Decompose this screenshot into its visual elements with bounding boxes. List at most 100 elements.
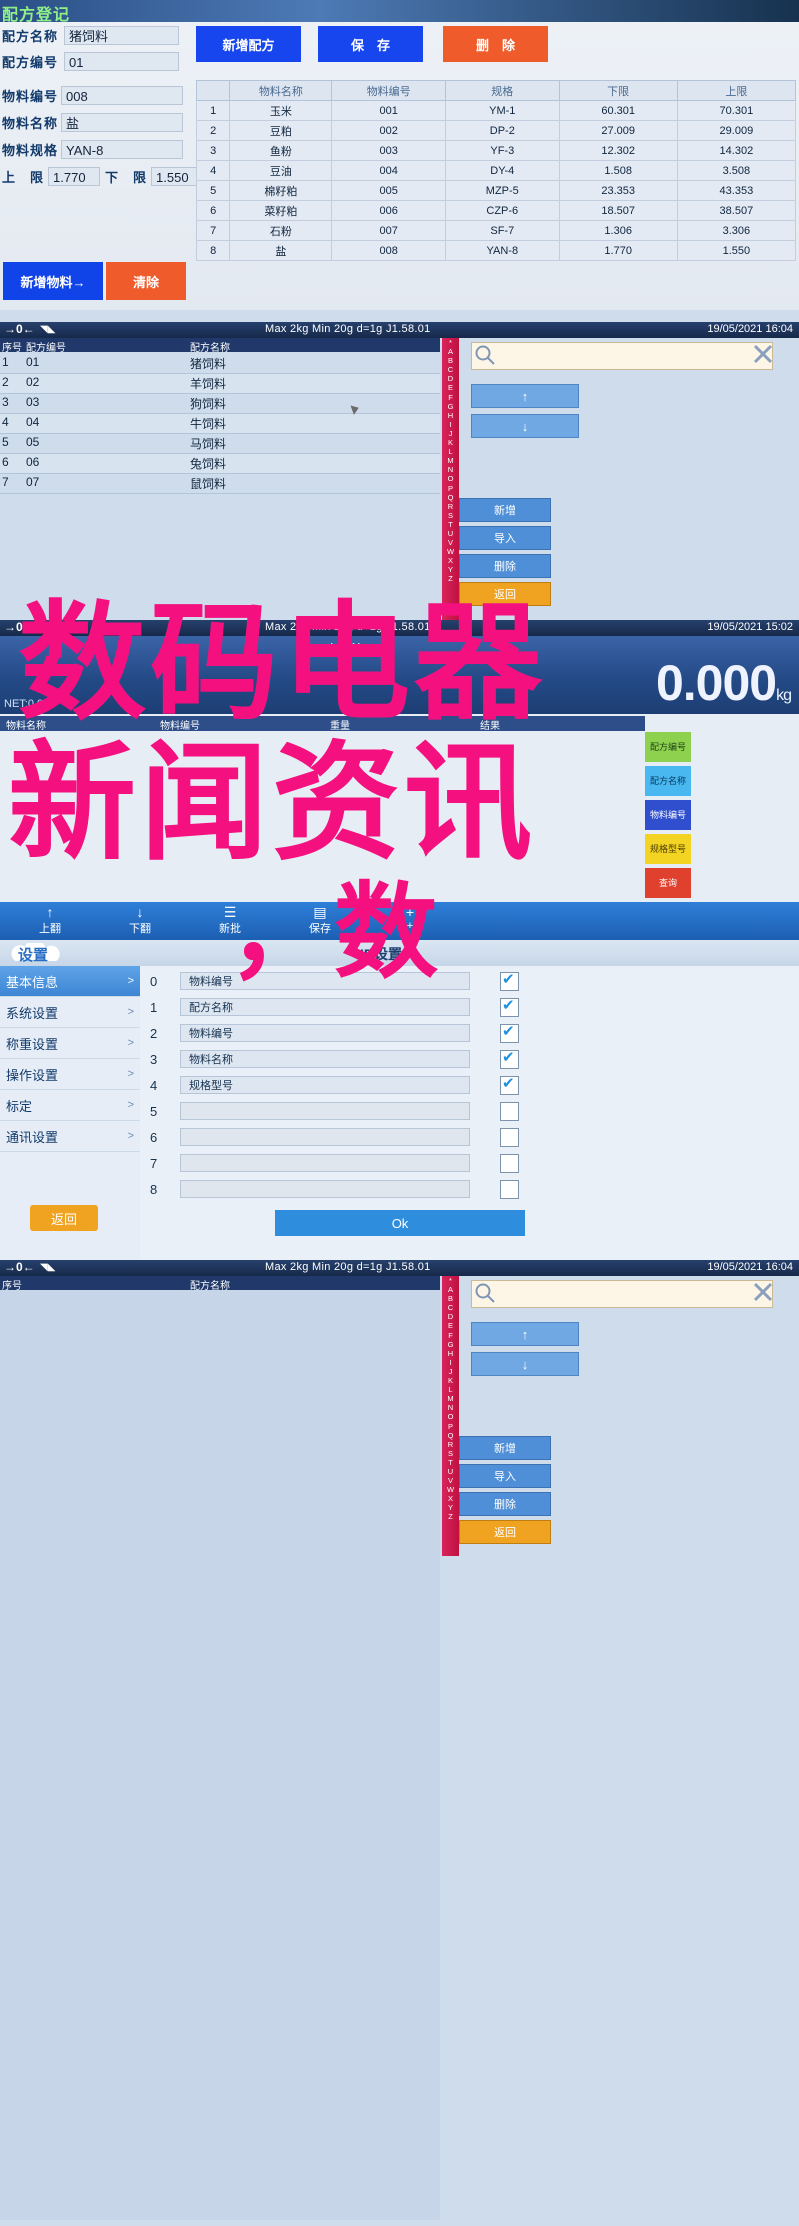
alpha-index-letter[interactable]: L [442, 1385, 459, 1394]
alpha-index-letter[interactable]: Z [442, 1512, 459, 1521]
ok-button[interactable]: Ok [275, 1210, 525, 1236]
alpha-index-letter[interactable]: B [442, 1294, 459, 1303]
scroll-down-button[interactable]: ↓ [471, 414, 579, 438]
alpha-index-letter[interactable]: * [442, 1276, 459, 1285]
table-row[interactable]: 7 石粉 007 SF-7 1.306 3.306 [195, 220, 797, 241]
add-material-button[interactable]: 新增物料→ [3, 262, 103, 300]
alpha-index-letter[interactable]: M [442, 1394, 459, 1403]
alpha-index-letter[interactable]: J [442, 1367, 459, 1376]
table-row[interactable]: 8 盐 008 YAN-8 1.770 1.550 [195, 240, 797, 261]
recipe-code-input[interactable]: 01 [64, 52, 180, 71]
alpha-index-letter[interactable]: X [442, 556, 459, 565]
add-recipe-button[interactable]: 新增配方 [196, 26, 301, 62]
alpha-index-letter[interactable]: Q [442, 493, 459, 502]
alpha-index-letter[interactable]: A [442, 1285, 459, 1294]
settings-menu-item-3[interactable]: 操作设置 > [0, 1059, 140, 1090]
table-row[interactable]: 5 棉籽粕 005 MZP-5 23.353 43.353 [195, 180, 797, 201]
alpha-index-letter[interactable]: V [442, 538, 459, 547]
alpha-index-letter[interactable]: T [442, 1458, 459, 1467]
table-row[interactable]: 1 玉米 001 YM-1 60.301 70.301 [195, 100, 797, 121]
table-row[interactable]: 6 菜籽粕 006 CZP-6 18.507 38.507 [195, 200, 797, 221]
alpha-index-letter[interactable]: X [442, 1494, 459, 1503]
clear-button[interactable]: 清除 [106, 262, 186, 300]
alpha-index-letter[interactable]: Q [442, 1431, 459, 1440]
bottom-button-1[interactable]: ↓ 下翻 [100, 904, 180, 936]
list-item[interactable]: 6 06 兔饲料 [0, 454, 440, 474]
material-name-input[interactable]: 盐 [61, 113, 184, 132]
settings-menu-item-2[interactable]: 称重设置 > [0, 1028, 140, 1059]
list-item[interactable]: 4 04 牛饲料 [0, 414, 440, 434]
material-code-input[interactable]: 008 [61, 86, 184, 105]
import-button[interactable]: 导入 [459, 526, 551, 550]
alpha-index-letter[interactable]: * [442, 338, 459, 347]
alpha-index-letter[interactable]: F [442, 393, 459, 402]
alpha-index-letter[interactable]: A [442, 347, 459, 356]
material-spec-input[interactable]: YAN-8 [61, 140, 184, 159]
alpha-index-letter[interactable]: I [442, 420, 459, 429]
id-row-field[interactable]: 物料编号 [180, 1024, 470, 1042]
alpha-index-letter[interactable]: V [442, 1476, 459, 1485]
delete-button[interactable]: 删除 [459, 554, 551, 578]
alpha-index-letter[interactable]: K [442, 1376, 459, 1385]
alpha-index-letter[interactable]: C [442, 1303, 459, 1312]
alpha-index-letter[interactable]: D [442, 1312, 459, 1321]
delete-button[interactable]: 删除 [459, 1492, 551, 1516]
alpha-index-letter[interactable]: G [442, 402, 459, 411]
alpha-index-letter[interactable]: C [442, 365, 459, 374]
alpha-index-letter[interactable]: S [442, 1449, 459, 1458]
list-item[interactable]: 5 05 马饲料 [0, 434, 440, 454]
close-icon[interactable] [752, 343, 774, 365]
side-tag-4[interactable]: 查询 [645, 868, 691, 898]
alpha-index-letter[interactable]: L [442, 447, 459, 456]
id-row-checkbox[interactable] [500, 1048, 519, 1069]
alpha-index-letter[interactable]: R [442, 1440, 459, 1449]
table-row[interactable]: 4 豆油 004 DY-4 1.508 3.508 [195, 160, 797, 181]
side-tag-3[interactable]: 规格型号 [645, 834, 691, 864]
bottom-button-0[interactable]: ↑ 上翻 [10, 904, 90, 936]
search-input[interactable] [471, 1280, 773, 1308]
settings-menu-item-5[interactable]: 通讯设置 > [0, 1121, 140, 1152]
alpha-index-letter[interactable]: O [442, 474, 459, 483]
alpha-index-letter[interactable]: P [442, 1422, 459, 1431]
list-item[interactable]: 7 07 鼠饲料 [0, 474, 440, 494]
side-tag-2[interactable]: 物料编号 [645, 800, 691, 830]
id-row-field[interactable] [180, 1154, 470, 1172]
alpha-index-letter[interactable]: P [442, 484, 459, 493]
alpha-index-letter[interactable]: Y [442, 1503, 459, 1512]
alpha-index-letter[interactable]: E [442, 1321, 459, 1330]
id-row-checkbox[interactable] [500, 1180, 519, 1199]
alpha-index-letter[interactable]: N [442, 1403, 459, 1412]
alpha-index-bar[interactable]: * A B C D E F G H I J K L M N O P Q R S T U V W X Y Z [442, 1276, 459, 1556]
scroll-up-button[interactable]: ↑ [471, 1322, 579, 1346]
alpha-index-letter[interactable]: E [442, 383, 459, 392]
close-icon[interactable] [752, 1281, 774, 1303]
id-row-field[interactable]: 物料名称 [180, 1050, 470, 1068]
alpha-index-letter[interactable]: U [442, 1467, 459, 1476]
alpha-index-letter[interactable]: H [442, 411, 459, 420]
id-row-checkbox[interactable] [500, 1022, 519, 1043]
add-button[interactable]: 新增 [459, 1436, 551, 1460]
list-item[interactable]: 3 03 狗饲料 [0, 394, 440, 414]
id-row-checkbox[interactable] [500, 1074, 519, 1095]
alpha-index-letter[interactable]: K [442, 438, 459, 447]
alpha-index-letter[interactable]: U [442, 529, 459, 538]
id-row-field[interactable] [180, 1102, 470, 1120]
add-button[interactable]: 新增 [459, 498, 551, 522]
recipe-name-input[interactable]: 猪饲料 [64, 26, 180, 45]
id-row-checkbox[interactable] [500, 1128, 519, 1147]
table-row[interactable]: 3 鱼粉 003 YF-3 12.302 14.302 [195, 140, 797, 161]
alpha-index-letter[interactable]: G [442, 1340, 459, 1349]
upper-limit-input[interactable]: 1.770 [48, 167, 101, 186]
id-row-checkbox[interactable] [500, 996, 519, 1017]
alpha-index-letter[interactable]: B [442, 356, 459, 365]
alpha-index-letter[interactable]: S [442, 511, 459, 520]
import-button[interactable]: 导入 [459, 1464, 551, 1488]
alpha-index-letter[interactable]: H [442, 1349, 459, 1358]
side-tag-0[interactable]: 配方编号 [645, 732, 691, 762]
alpha-index-letter[interactable]: T [442, 520, 459, 529]
settings-menu-item-1[interactable]: 系统设置 > [0, 997, 140, 1028]
settings-menu-item-0[interactable]: 基本信息 > [0, 966, 140, 997]
alpha-index-letter[interactable]: F [442, 1331, 459, 1340]
id-row-field[interactable] [180, 1128, 470, 1146]
list-item[interactable]: 1 01 猪饲料 [0, 354, 440, 374]
